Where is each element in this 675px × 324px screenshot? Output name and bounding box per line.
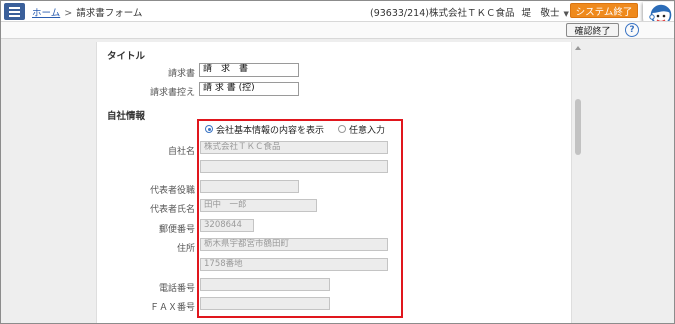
user-info: (93633/214)株式会社ＴＫＣ食品堤 敬士 ▼ (370, 5, 569, 19)
invoice-copy-label: 請求書控え (149, 88, 195, 98)
hamburger-menu-icon[interactable] (4, 3, 25, 20)
user-menu[interactable]: 堤 敬士 ▼ (521, 8, 568, 19)
title-section-heading: タイトル (107, 51, 146, 62)
rep-title-label: 代表者役職 (149, 186, 195, 196)
breadcrumb-current: 請求書フォーム (76, 8, 143, 19)
breadcrumb: ホーム > 請求書フォーム (32, 5, 142, 19)
sub-toolbar: 確認終了 ? (1, 21, 674, 39)
scroll-up-arrow-icon[interactable] (575, 46, 581, 50)
confirm-exit-button[interactable]: 確認終了 (566, 23, 619, 37)
rep-name-label: 代表者氏名 (149, 205, 195, 215)
scrollbar-thumb[interactable] (575, 99, 581, 155)
invoice-title-input[interactable]: 請 求 書 (199, 63, 299, 77)
invoice-title-label: 請求書 (167, 69, 195, 79)
company-name-label: 自社名 (167, 147, 195, 157)
company-info: (93633/214)株式会社ＴＫＣ食品 (370, 8, 515, 19)
breadcrumb-home-link[interactable]: ホーム (32, 8, 60, 19)
breadcrumb-separator: > (64, 8, 73, 19)
chevron-down-icon: ▼ (563, 10, 569, 18)
app-window: ホーム > 請求書フォーム (93633/214)株式会社ＴＫＣ食品堤 敬士 ▼ シス… (0, 0, 675, 324)
company-section-heading: 自社情報 (107, 111, 146, 122)
system-exit-button[interactable]: システム終了 (570, 3, 638, 18)
highlight-box (197, 119, 403, 318)
phone-label: 電話番号 (158, 284, 195, 294)
vertical-scrollbar[interactable] (573, 46, 582, 323)
help-icon[interactable]: ? (625, 23, 639, 37)
invoice-copy-input[interactable]: 請 求 書 (控) (199, 82, 299, 96)
fax-label: ＦＡＸ番号 (149, 303, 195, 313)
user-name: 堤 敬士 (521, 8, 560, 19)
zip-label: 郵便番号 (158, 225, 195, 235)
top-bar: ホーム > 請求書フォーム (93633/214)株式会社ＴＫＣ食品堤 敬士 ▼ シス… (1, 1, 674, 21)
address-label: 住所 (176, 244, 195, 254)
